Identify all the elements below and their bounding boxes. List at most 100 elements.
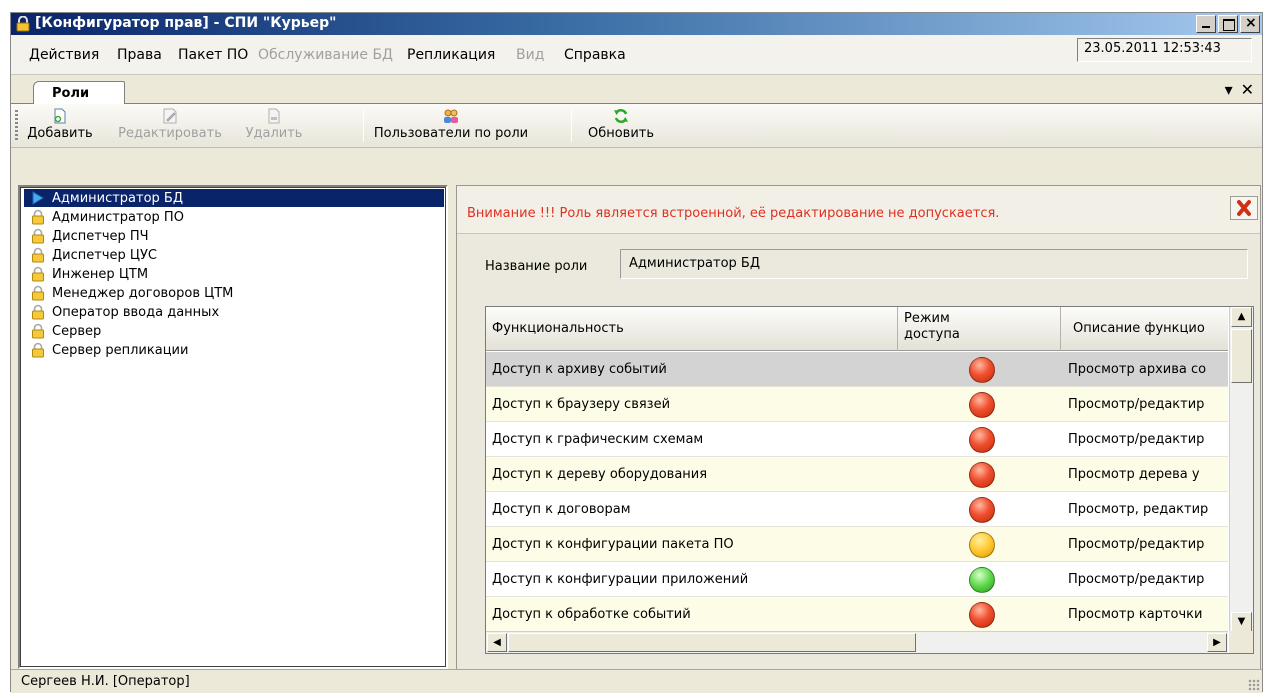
functionality-cell: Доступ к конфигурации приложений xyxy=(492,572,749,587)
role-name-label: Название роли xyxy=(485,259,588,274)
users-by-role-label: Пользователи по роли xyxy=(373,126,529,141)
minimize-button[interactable] xyxy=(1196,15,1216,33)
scroll-right-icon[interactable]: ▶ xyxy=(1207,633,1227,652)
access-denied-icon[interactable] xyxy=(969,392,995,418)
lock-icon xyxy=(16,16,30,32)
table-row[interactable]: Доступ к конфигурации пакета ПО Просмотр… xyxy=(486,527,1228,562)
access-readonly-icon[interactable] xyxy=(969,532,995,558)
description-cell: Просмотр/редактир xyxy=(1068,432,1205,447)
access-denied-icon[interactable] xyxy=(969,497,995,523)
role-name-field[interactable]: Администратор БД xyxy=(620,249,1248,279)
datetime-display: 23.05.2011 12:53:43 xyxy=(1077,38,1252,62)
role-item-software-admin[interactable]: Администратор ПО xyxy=(30,208,184,226)
role-item-label: Оператор ввода данных xyxy=(52,304,220,320)
table-row[interactable]: Доступ к конфигурации приложений Просмот… xyxy=(486,562,1228,597)
column-header-access-mode[interactable]: Режим доступа xyxy=(898,307,1061,351)
tab-list-dropdown-icon[interactable]: ▾ xyxy=(1225,80,1233,99)
description-cell: Просмотр/редактир xyxy=(1068,397,1205,412)
scroll-down-icon[interactable]: ▼ xyxy=(1231,612,1252,632)
edit-button[interactable]: Редактировать xyxy=(104,106,236,146)
role-item-engineer-tstm[interactable]: Инженер ЦТМ xyxy=(30,265,148,283)
toolbar-separator xyxy=(571,110,572,142)
add-button[interactable]: Добавить xyxy=(21,106,99,146)
maximize-button[interactable] xyxy=(1218,15,1238,33)
tab-roles[interactable]: Роли xyxy=(33,81,125,105)
title-bar[interactable]: [Конфигуратор прав] - СПИ "Курьер" × xyxy=(11,13,1262,35)
app-window: [Конфигуратор прав] - СПИ "Курьер" × Дей… xyxy=(10,12,1263,693)
column-header-label: Режим доступа xyxy=(904,311,960,342)
refresh-icon xyxy=(614,108,628,124)
column-header-functionality[interactable]: Функциональность xyxy=(486,307,898,351)
column-header-label: Описание функцио xyxy=(1073,321,1205,336)
functionality-cell: Доступ к обработке событий xyxy=(492,607,691,622)
role-item-label: Сервер xyxy=(52,323,102,339)
menu-software-package[interactable]: Пакет ПО xyxy=(178,47,248,63)
table-row[interactable]: Доступ к договорам Просмотр, редактир xyxy=(486,492,1228,527)
table-row[interactable]: Доступ к графическим схемам Просмотр/ред… xyxy=(486,422,1228,457)
menu-replication[interactable]: Репликация xyxy=(407,47,495,63)
menu-help[interactable]: Справка xyxy=(564,47,626,63)
scroll-up-icon[interactable]: ▲ xyxy=(1231,307,1252,327)
access-allowed-icon[interactable] xyxy=(969,567,995,593)
menu-rights[interactable]: Права xyxy=(117,47,162,63)
edit-document-icon xyxy=(163,108,177,124)
role-item-contract-manager[interactable]: Менеджер договоров ЦТМ xyxy=(30,284,233,302)
scroll-left-icon[interactable]: ◀ xyxy=(487,633,507,652)
add-document-icon xyxy=(54,108,66,124)
vertical-scroll-thumb[interactable] xyxy=(1231,329,1252,383)
delete-button-label: Удалить xyxy=(245,126,303,141)
role-item-data-entry-operator[interactable]: Оператор ввода данных xyxy=(30,303,219,321)
toolbar-separator xyxy=(363,110,364,142)
role-item-dispatcher-tsus[interactable]: Диспетчер ЦУС xyxy=(30,246,157,264)
menu-db-maintenance[interactable]: Обслуживание БД xyxy=(258,47,393,63)
menu-view[interactable]: Вид xyxy=(516,47,544,63)
role-item-label: Диспетчер ПЧ xyxy=(52,228,149,244)
role-item-replication-server[interactable]: Сервер репликации xyxy=(30,341,188,359)
functionality-cell: Доступ к договорам xyxy=(492,502,631,517)
column-header-label: Функциональность xyxy=(492,321,624,336)
description-cell: Просмотр дерева у xyxy=(1068,467,1200,482)
users-by-role-button[interactable]: Пользователи по роли xyxy=(371,106,531,146)
role-item-dispatcher-pch[interactable]: Диспетчер ПЧ xyxy=(30,227,149,245)
lock-icon xyxy=(32,209,44,225)
toolbar-grip[interactable] xyxy=(15,110,18,142)
column-header-description[interactable]: Описание функцио xyxy=(1061,307,1228,351)
current-user-status: Сергеев Н.И. [Оператор] xyxy=(21,674,190,689)
resize-grip[interactable] xyxy=(1248,679,1260,691)
lock-icon xyxy=(32,228,44,244)
tab-close-icon[interactable]: ✕ xyxy=(1241,80,1254,99)
delete-button[interactable]: Удалить xyxy=(241,106,307,146)
access-denied-icon[interactable] xyxy=(969,462,995,488)
table-row[interactable]: Доступ к обработке событий Просмотр карт… xyxy=(486,597,1228,632)
table-row[interactable]: Доступ к дереву оборудования Просмотр де… xyxy=(486,457,1228,492)
horizontal-scroll-thumb[interactable] xyxy=(508,633,916,652)
access-denied-icon[interactable] xyxy=(969,357,995,383)
warning-close-button[interactable] xyxy=(1230,196,1258,220)
status-bar: Сергеев Н.И. [Оператор] xyxy=(11,669,1262,693)
add-button-label: Добавить xyxy=(27,126,93,141)
menu-actions[interactable]: Действия xyxy=(29,47,99,63)
role-item-server[interactable]: Сервер xyxy=(30,322,101,340)
horizontal-scrollbar[interactable]: ◀ ▶ xyxy=(486,631,1228,653)
refresh-button[interactable]: Обновить xyxy=(583,106,659,146)
table-row[interactable]: Доступ к браузеру связей Просмотр/редакт… xyxy=(486,387,1228,422)
vertical-scrollbar[interactable]: ▲ ▼ xyxy=(1229,307,1253,632)
functionality-cell: Доступ к дереву оборудования xyxy=(492,467,708,482)
role-item-db-admin[interactable]: Администратор БД xyxy=(24,189,444,207)
permissions-grid[interactable]: Функциональность Режим доступа Описание … xyxy=(485,306,1254,654)
role-item-label: Администратор БД xyxy=(52,190,184,206)
role-properties: Название роли Администратор БД Функциона… xyxy=(457,233,1260,670)
table-row[interactable]: Доступ к архиву событий Просмотр архива … xyxy=(486,352,1228,387)
window-title: [Конфигуратор прав] - СПИ "Курьер" xyxy=(35,15,337,31)
users-icon xyxy=(444,109,458,123)
access-denied-icon[interactable] xyxy=(969,427,995,453)
close-button[interactable]: × xyxy=(1240,15,1260,33)
description-cell: Просмотр/редактир xyxy=(1068,572,1205,587)
edit-button-label: Редактировать xyxy=(118,126,222,141)
functionality-cell: Доступ к конфигурации пакета ПО xyxy=(492,537,734,552)
grid-rows: Доступ к архиву событий Просмотр архива … xyxy=(486,352,1228,632)
roles-tree[interactable]: Администратор БД Администратор ПО Диспет… xyxy=(18,185,448,669)
role-item-label: Сервер репликации xyxy=(52,342,189,358)
access-denied-icon[interactable] xyxy=(969,602,995,628)
description-cell: Просмотр, редактир xyxy=(1068,502,1209,517)
